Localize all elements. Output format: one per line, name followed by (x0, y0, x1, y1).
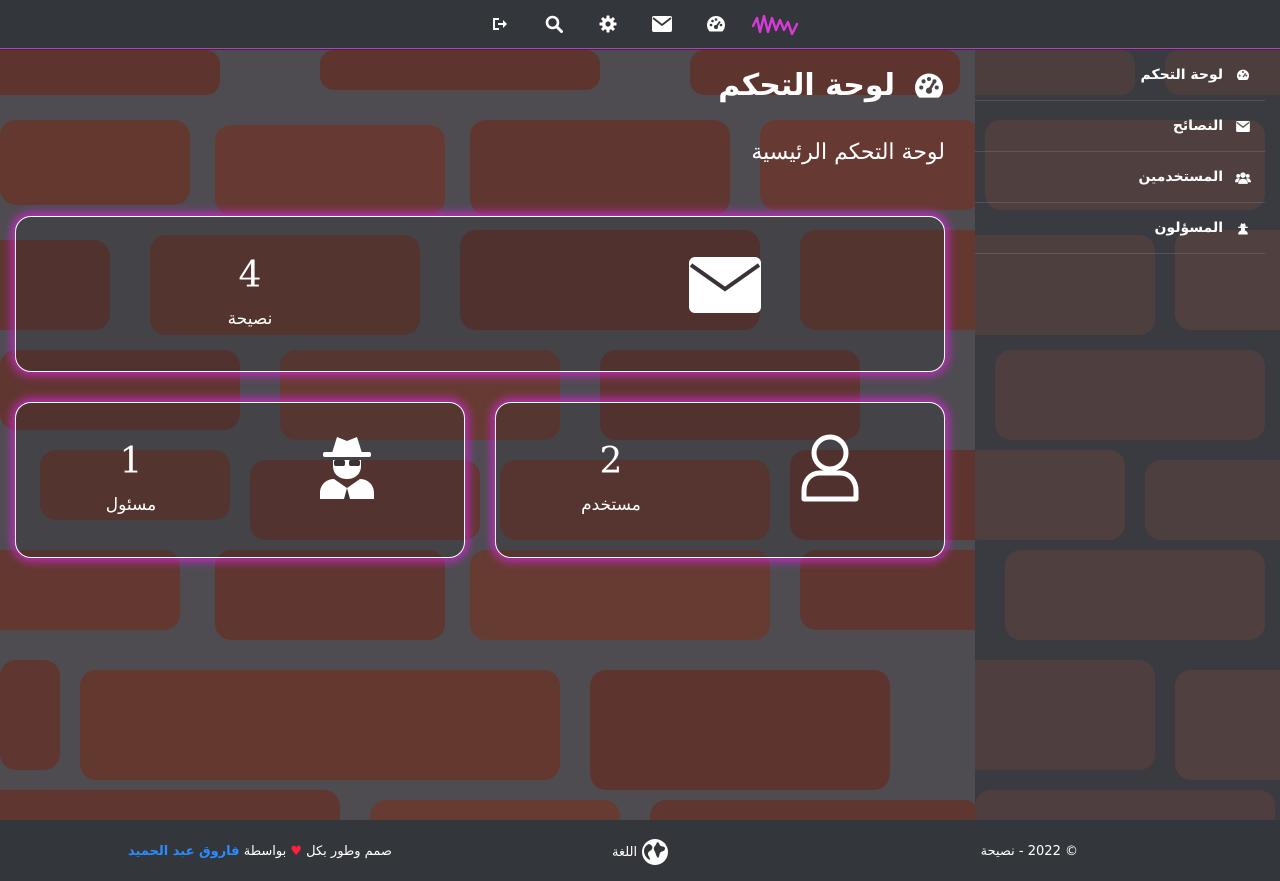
top-nav-icons (473, 0, 807, 48)
sidebar-item-tips[interactable]: النصائح (975, 101, 1265, 152)
sidebar-item-label: المسؤلون (1154, 220, 1223, 236)
dashboard-icon (913, 72, 945, 100)
messages-button[interactable] (635, 0, 689, 48)
language-label: اللغة (612, 844, 638, 860)
tips-label: نصيحة (227, 309, 273, 329)
credit-by: بواسطة (243, 844, 287, 859)
envelope-icon (652, 16, 672, 32)
users-label: مستخدم (581, 495, 641, 515)
globe-icon (642, 839, 669, 865)
user-secret-icon (1235, 220, 1251, 236)
tips-stat-card[interactable]: 4 نصيحة (15, 216, 945, 372)
dashboard-icon (706, 16, 725, 32)
users-icon (1235, 169, 1251, 185)
page-subtitle: لوحة التحكم الرئيسية (751, 140, 945, 165)
search-button[interactable] (527, 0, 581, 48)
brand-wave-logo (751, 14, 799, 36)
gear-icon (599, 15, 617, 33)
user-secret-icon (320, 437, 374, 499)
sidebar-item-label: النصائح (1172, 118, 1223, 134)
credit-text: صمم وطور بكل ♥ بواسطة فاروق عبد الحميد (128, 844, 392, 859)
sidebar-item-label: المستخدمين (1138, 169, 1223, 185)
admins-label: مسئول (105, 495, 157, 515)
logout-button[interactable] (473, 0, 527, 48)
sidebar-item-dashboard[interactable]: لوحة التحكم (975, 50, 1265, 101)
envelope-icon (689, 257, 761, 313)
sidebar-item-label: لوحة التحكم (1140, 67, 1223, 83)
heart-icon: ♥ (290, 844, 302, 859)
dashboard-icon (1235, 67, 1251, 83)
dashboard-button[interactable] (689, 0, 743, 48)
author-link[interactable]: فاروق عبد الحميد (128, 844, 240, 859)
sidebar-item-users[interactable]: المستخدمين (975, 152, 1265, 203)
page-title: لوحة التحكم (718, 68, 945, 103)
users-stat-card[interactable]: 2 مستخدم (495, 402, 945, 558)
top-navbar (0, 0, 1280, 49)
sidebar-item-admins[interactable]: المسؤلون (975, 203, 1265, 254)
admins-count: 1 (119, 441, 143, 482)
settings-button[interactable] (581, 0, 635, 48)
footer: © 2022 - نصيحة اللغة صمم وطور بكل ♥ بواس… (0, 820, 1280, 881)
admins-stat-card[interactable]: 1 مسئول (15, 402, 465, 558)
brand-logo[interactable] (743, 0, 807, 48)
users-count: 2 (599, 441, 623, 482)
page-title-text: لوحة التحكم (718, 68, 895, 103)
language-selector[interactable]: اللغة (612, 838, 669, 866)
envelope-icon (1235, 118, 1251, 134)
search-icon (545, 15, 563, 33)
sidebar: لوحة التحكم النصائح المستخدمين المسؤلون (975, 50, 1265, 820)
copyright-text: © 2022 - نصيحة (980, 844, 1078, 859)
tips-count: 4 (238, 255, 262, 296)
credit-prefix: صمم وطور بكل (306, 844, 392, 859)
logout-icon (493, 18, 507, 30)
main-content: لوحة التحكم لوحة التحكم الرئيسية 4 نصيحة… (0, 50, 975, 820)
user-icon (801, 434, 859, 502)
